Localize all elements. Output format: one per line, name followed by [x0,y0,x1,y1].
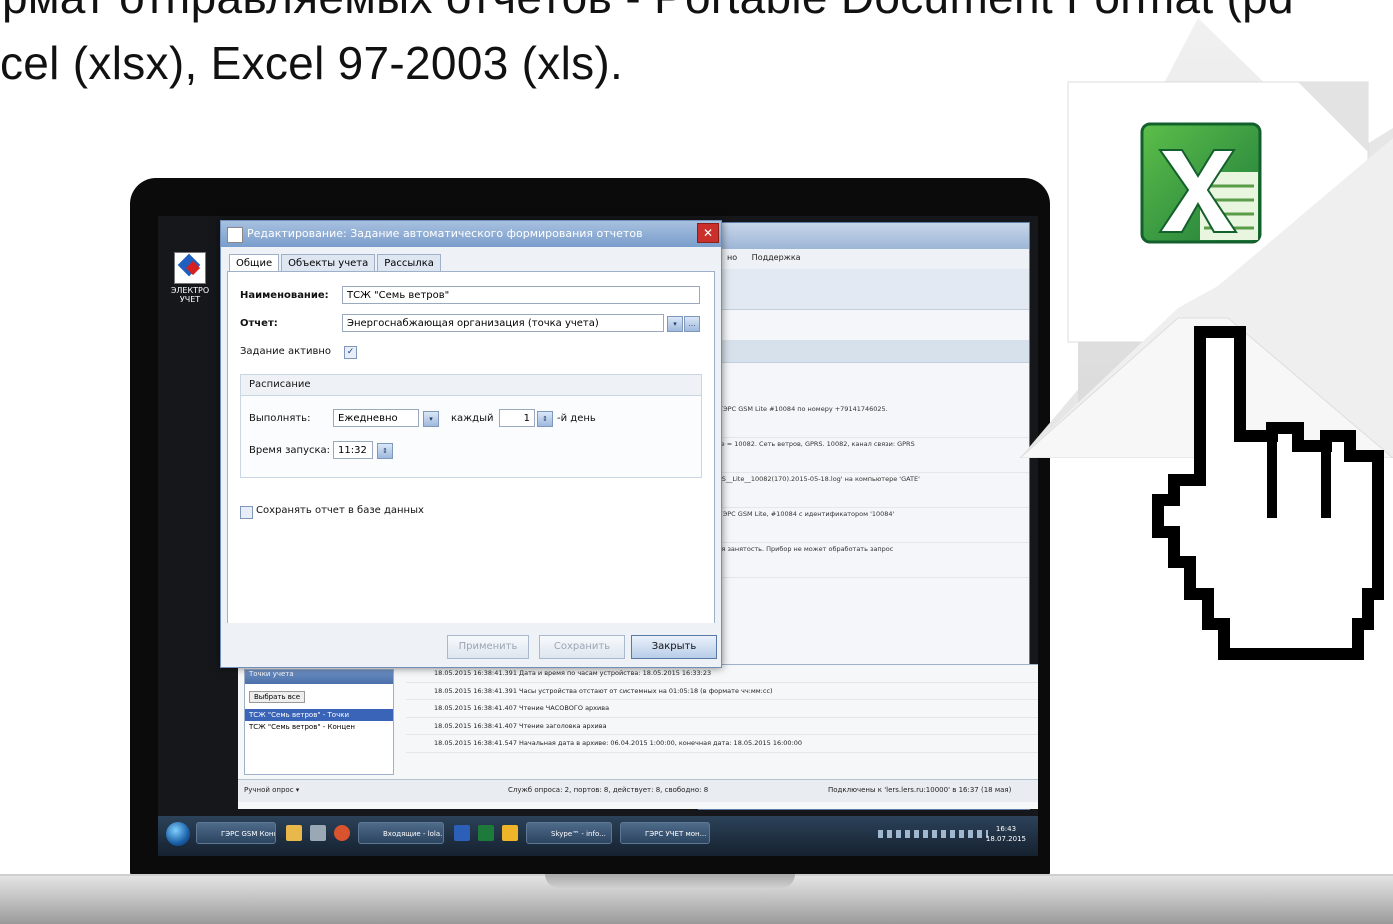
save-to-db-label: Сохранять отчет в базе данных [256,505,424,516]
event-row: 18.05.2015 16:38:41.391 Часы устройства … [406,683,1038,700]
dialog-button-row: Применить Сохранить Закрыть [221,623,719,665]
event-row: 18.05.2015 16:38:41.407 Чтение заголовка… [406,718,1038,735]
taskbar-item[interactable]: Входящие - lola... [358,822,444,844]
close-dialog-button[interactable]: Закрыть [631,635,717,659]
log-line: M Lite = 10082. Сеть ветров, GPRS. 10082… [699,438,1029,473]
name-label: Наименование: [240,290,329,301]
bg-window-log: ера ГЭРС GSM Lite #10084 по номеру +7914… [699,403,1029,578]
poll-services-status: Служб опроса: 2, портов: 8, действует: 8… [508,786,709,794]
start-button[interactable] [166,822,190,846]
hand-cursor-icon [1152,326,1384,660]
name-field[interactable]: ТСЖ "Семь ветров" [342,286,700,304]
start-time-input[interactable]: 11:32 [333,441,373,459]
bg-window-header [699,340,1029,363]
taskbar-item[interactable]: Skype™ - info... [526,822,612,844]
log-line: енная занятость. Прибор не может обработ… [699,543,1029,578]
every-label: каждый [451,413,494,424]
excel-icon [1140,122,1262,244]
event-row: 18.05.2015 16:38:41.407 Чтение ЧАСОВОГО … [406,700,1038,718]
run-label: Выполнять: [249,413,311,424]
metering-points-tree: Точки учета Выбрать все ТСЖ "Семь ветров… [244,669,394,775]
report-dropdown-button[interactable]: ▾ [667,316,683,332]
lower-panel: Точки учета Выбрать все ТСЖ "Семь ветров… [238,664,1038,809]
general-tab-panel: Наименование: ТСЖ "Семь ветров" Отчет: Э… [227,271,715,625]
schedule-header: Расписание [241,375,701,396]
dialog-app-icon [227,227,243,243]
bg-window-toolbar [699,269,1029,310]
app-icon[interactable] [310,825,326,841]
report-task-dialog: Редактирование: Задание автоматического … [220,220,722,668]
tree-item[interactable]: ТСЖ "Семь ветров" - Точки [245,709,393,721]
bg-window-titlebar [699,223,1029,249]
menu-item-partial[interactable]: но [727,253,737,262]
report-label: Отчет: [240,318,278,329]
report-select[interactable]: Энергоснабжающая организация (точка учет… [342,314,664,332]
clock[interactable]: 16:43 18.07.2015 [986,824,1026,844]
taskbar-item[interactable]: ГЭРС УЧЕТ мон... [620,822,710,844]
tree-item[interactable]: ТСЖ "Семь ветров" - Концен [245,721,393,733]
clock-time: 16:43 [995,825,1017,833]
laptop-notch [545,874,795,888]
taskbar: ГЭРС GSM Конф... Входящие - lola... Skyp… [158,816,1038,856]
dialog-title: Редактирование: Задание автоматического … [247,227,643,240]
select-all-button[interactable]: Выбрать все [249,691,306,703]
task-active-checkbox[interactable]: ✓ [344,346,357,359]
log-line: _GPRS__Lite__10082(170).2015-05-18.log' … [699,473,1029,508]
close-button[interactable]: ✕ [697,223,719,243]
day-suffix: -й день [557,413,596,424]
log-line: ера ГЭРС GSM Lite #10084 по номеру +7914… [699,403,1029,438]
tree-header: Точки учета [245,670,393,684]
report-browse-button[interactable]: … [684,316,700,332]
system-tray-icons[interactable] [878,830,988,838]
bg-window-menu: но Поддержка [699,249,1029,269]
app-logo-icon [174,252,206,284]
connection-status: Подключены к 'lers.lers.ru:10000' в 16:3… [828,786,1012,794]
dialog-tabs: Общие Объекты учета Рассылка [229,251,443,273]
event-row: 18.05.2015 16:38:41.547 Начальная дата в… [406,735,1038,753]
notes-icon[interactable] [502,825,518,841]
start-time-stepper[interactable]: ⇕ [377,443,393,459]
headline-line-2: cel (xlsx), Excel 97-2003 (xls). [0,37,624,89]
events-list: 18.05.2015 16:38:41.391 Дата и время по … [406,665,1038,753]
desktop-icon-label: ЭЛЕКТРО УЧЕТ [170,286,210,304]
excel-taskbar-icon[interactable] [478,825,494,841]
log-line: ерс ГЭРС GSM Lite, #10084 с идентификато… [699,508,1029,543]
schedule-group: Расписание Выполнять: Ежедневно ▾ каждый… [240,374,702,478]
menu-item-support[interactable]: Поддержка [752,253,801,262]
manual-poll-dropdown[interactable]: Ручной опрос ▾ [244,786,299,794]
schedule-title: Расписание [249,379,311,390]
taskbar-item[interactable]: ГЭРС GSM Конф... [196,822,276,844]
frequency-dropdown-button[interactable]: ▾ [423,411,439,427]
chrome-icon[interactable] [334,825,350,841]
day-interval-stepper[interactable]: ⇕ [537,411,553,427]
desktop-app-icon[interactable]: ЭЛЕКТРО УЧЕТ [168,252,212,304]
save-to-db-checkbox[interactable] [240,506,253,519]
run-frequency-select[interactable]: Ежедневно [333,409,419,427]
start-time-label: Время запуска: [249,445,331,456]
dialog-titlebar[interactable]: Редактирование: Задание автоматического … [221,221,721,247]
folder-icon[interactable] [286,825,302,841]
save-button[interactable]: Сохранить [539,635,625,659]
task-active-label: Задание активно [240,346,331,357]
apply-button[interactable]: Применить [447,635,529,659]
day-interval-input[interactable]: 1 [499,409,535,427]
word-icon[interactable] [454,825,470,841]
status-bar: Ручной опрос ▾ Служб опроса: 2, портов: … [238,779,1038,802]
clock-date: 18.07.2015 [985,835,1026,843]
